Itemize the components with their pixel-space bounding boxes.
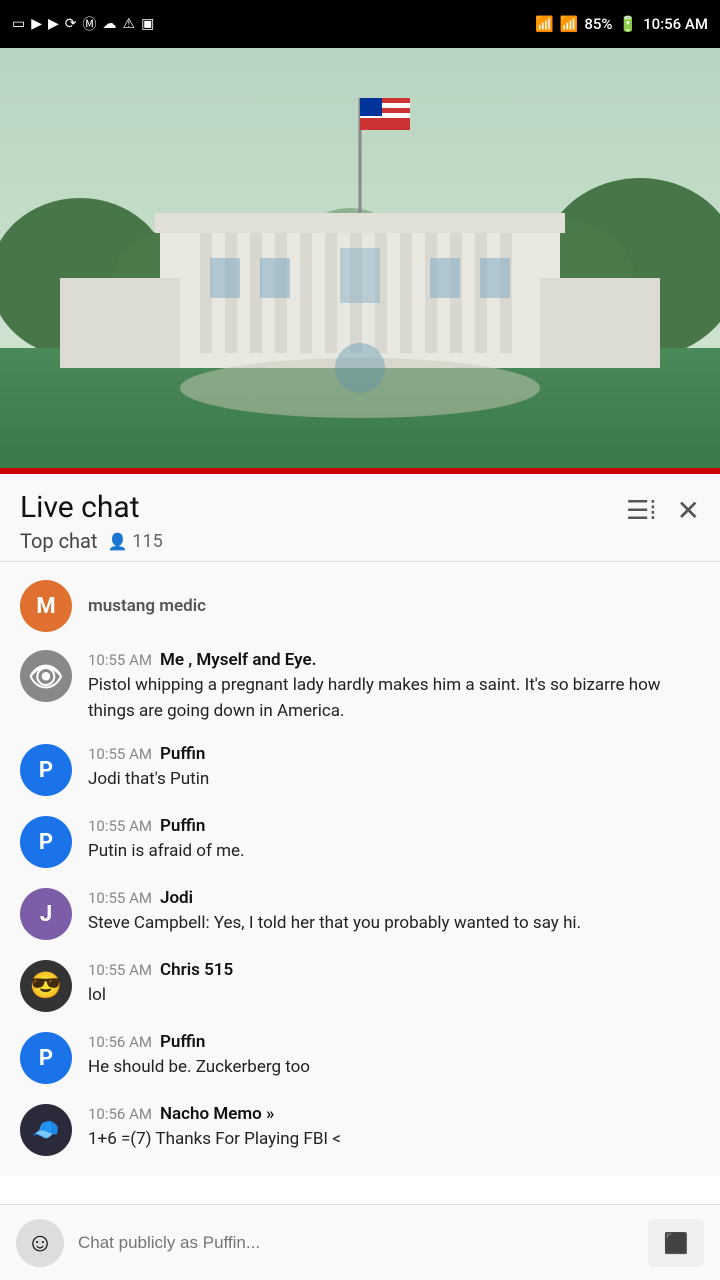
list-item: 🧢 10:56 AM Nacho Memo » 1+6 =(7) Thanks … [0, 1094, 720, 1166]
viewer-count: 115 [132, 531, 162, 552]
emoji-icon: ☺ [27, 1227, 54, 1258]
avatar: 🧢 [20, 1104, 72, 1156]
chat-message-content: 10:55 AM Jodi Steve Campbell: Yes, I tol… [88, 888, 700, 937]
top-chat-label[interactable]: Top chat [20, 529, 97, 553]
emoji-button[interactable]: ☺ [16, 1219, 64, 1267]
avatar: J [20, 888, 72, 940]
video-player[interactable] [0, 48, 720, 468]
truncated-username: mustang medic [88, 596, 206, 616]
settings-icon[interactable]: ☰⁞ [626, 495, 657, 526]
status-right: 📶 📶 85% 🔋 10:56 AM [535, 15, 708, 33]
avatar: P [20, 1032, 72, 1084]
image-icon: ▣ [141, 16, 154, 32]
chat-time: 10:55 AM [88, 889, 152, 907]
wifi-icon: 📶 [535, 15, 554, 33]
list-item: 😎 10:55 AM Chris 515 lol [0, 950, 720, 1022]
chat-time: 10:56 AM [88, 1033, 152, 1051]
chat-username: Puffin [160, 816, 205, 836]
list-item: M mustang medic [0, 572, 720, 640]
list-item: P 10:55 AM Puffin Jodi that's Putin [0, 734, 720, 806]
file-icon: ▭ [12, 16, 25, 32]
viewer-icon: 👤 [107, 532, 127, 551]
chat-time: 10:55 AM [88, 745, 152, 763]
chat-username: Puffin [160, 1032, 205, 1052]
chat-messages: M mustang medic 👁 10:55 AM Me , Myself a… [0, 562, 720, 1176]
chat-input[interactable] [78, 1219, 634, 1267]
chat-time: 10:55 AM [88, 817, 152, 835]
signal-icon: 📶 [560, 15, 579, 33]
chat-username: Me , Myself and Eye. [160, 650, 316, 670]
battery-icon: 🔋 [618, 15, 637, 33]
list-item: 👁 10:55 AM Me , Myself and Eye. Pistol w… [0, 640, 720, 734]
chat-username: Chris 515 [160, 960, 233, 980]
chat-time: 10:55 AM [88, 651, 152, 669]
notification-icons: ▭ ▶ ▶ ⟳ Ⓜ ☁ ⚠ ▣ [12, 14, 154, 34]
chat-text: 1+6 =(7) Thanks For Playing FBI < [88, 1127, 700, 1153]
avatar: P [20, 744, 72, 796]
chat-time: 10:56 AM [88, 1105, 152, 1123]
chat-text: He should be. Zuckerberg too [88, 1055, 700, 1081]
chat-text: Steve Campbell: Yes, I told her that you… [88, 911, 700, 937]
list-item: P 10:55 AM Puffin Putin is afraid of me. [0, 806, 720, 878]
close-icon[interactable]: ✕ [677, 494, 700, 527]
sync-icon: ⟳ [65, 16, 77, 32]
chat-input-bar: ☺ ⬛ [0, 1204, 720, 1280]
list-item: P 10:56 AM Puffin He should be. Zuckerbe… [0, 1022, 720, 1094]
clock: 10:56 AM [643, 15, 708, 33]
battery-level: 85% [584, 15, 612, 33]
chat-message-content: 10:55 AM Me , Myself and Eye. Pistol whi… [88, 650, 700, 724]
avatar: P [20, 816, 72, 868]
chat-header: Live chat Top chat 👤 115 ☰⁞ ✕ [0, 474, 720, 562]
youtube-icon: ▶ [31, 16, 42, 32]
chat-username: Puffin [160, 744, 205, 764]
chat-message-content: 10:56 AM Puffin He should be. Zuckerberg… [88, 1032, 700, 1081]
chat-username: Nacho Memo » [160, 1104, 274, 1124]
list-item: J 10:55 AM Jodi Steve Campbell: Yes, I t… [0, 878, 720, 950]
status-bar: ▭ ▶ ▶ ⟳ Ⓜ ☁ ⚠ ▣ 📶 📶 85% 🔋 10:56 AM [0, 0, 720, 48]
chat-text: Putin is afraid of me. [88, 839, 700, 865]
youtube-icon2: ▶ [48, 16, 59, 32]
avatar: 😎 [20, 960, 72, 1012]
chat-text: Jodi that's Putin [88, 767, 700, 793]
send-button[interactable]: ⬛ [648, 1219, 704, 1267]
chat-text: lol [88, 983, 700, 1009]
avatar: 👁 [20, 650, 72, 702]
warning-icon: ⚠ [123, 16, 136, 32]
chat-message-content: 10:55 AM Puffin Putin is afraid of me. [88, 816, 700, 865]
chat-text: Pistol whipping a pregnant lady hardly m… [88, 673, 700, 724]
chat-message-content: 10:56 AM Nacho Memo » 1+6 =(7) Thanks Fo… [88, 1104, 700, 1153]
meta-icon: Ⓜ [83, 14, 97, 34]
chat-message-content: 10:55 AM Puffin Jodi that's Putin [88, 744, 700, 793]
chat-message-content: 10:55 AM Chris 515 lol [88, 960, 700, 1009]
send-icon: ⬛ [664, 1231, 689, 1255]
avatar: M [20, 580, 72, 632]
chat-username: Jodi [160, 888, 193, 908]
cloud-icon: ☁ [103, 16, 117, 32]
chat-time: 10:55 AM [88, 961, 152, 979]
live-chat-title: Live chat [20, 490, 163, 525]
